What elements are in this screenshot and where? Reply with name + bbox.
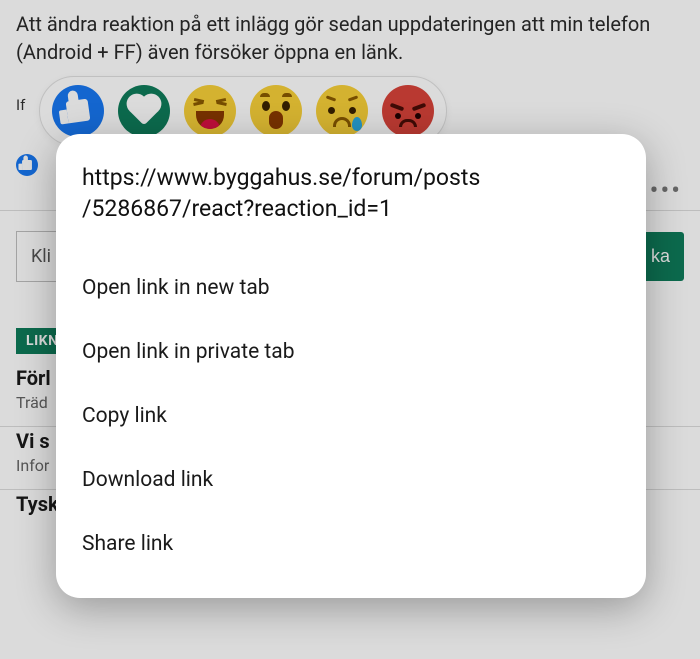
download-link-item[interactable]: Download link — [56, 448, 646, 512]
open-new-tab-item[interactable]: Open link in new tab — [56, 256, 646, 320]
context-menu-items: Open link in new tab Open link in privat… — [56, 234, 646, 576]
link-context-menu: https://www.byggahus.se/forum/posts/5286… — [56, 134, 646, 598]
context-menu-url: https://www.byggahus.se/forum/posts/5286… — [56, 162, 646, 234]
share-link-item[interactable]: Share link — [56, 512, 646, 576]
copy-link-item[interactable]: Copy link — [56, 384, 646, 448]
open-private-tab-item[interactable]: Open link in private tab — [56, 320, 646, 384]
